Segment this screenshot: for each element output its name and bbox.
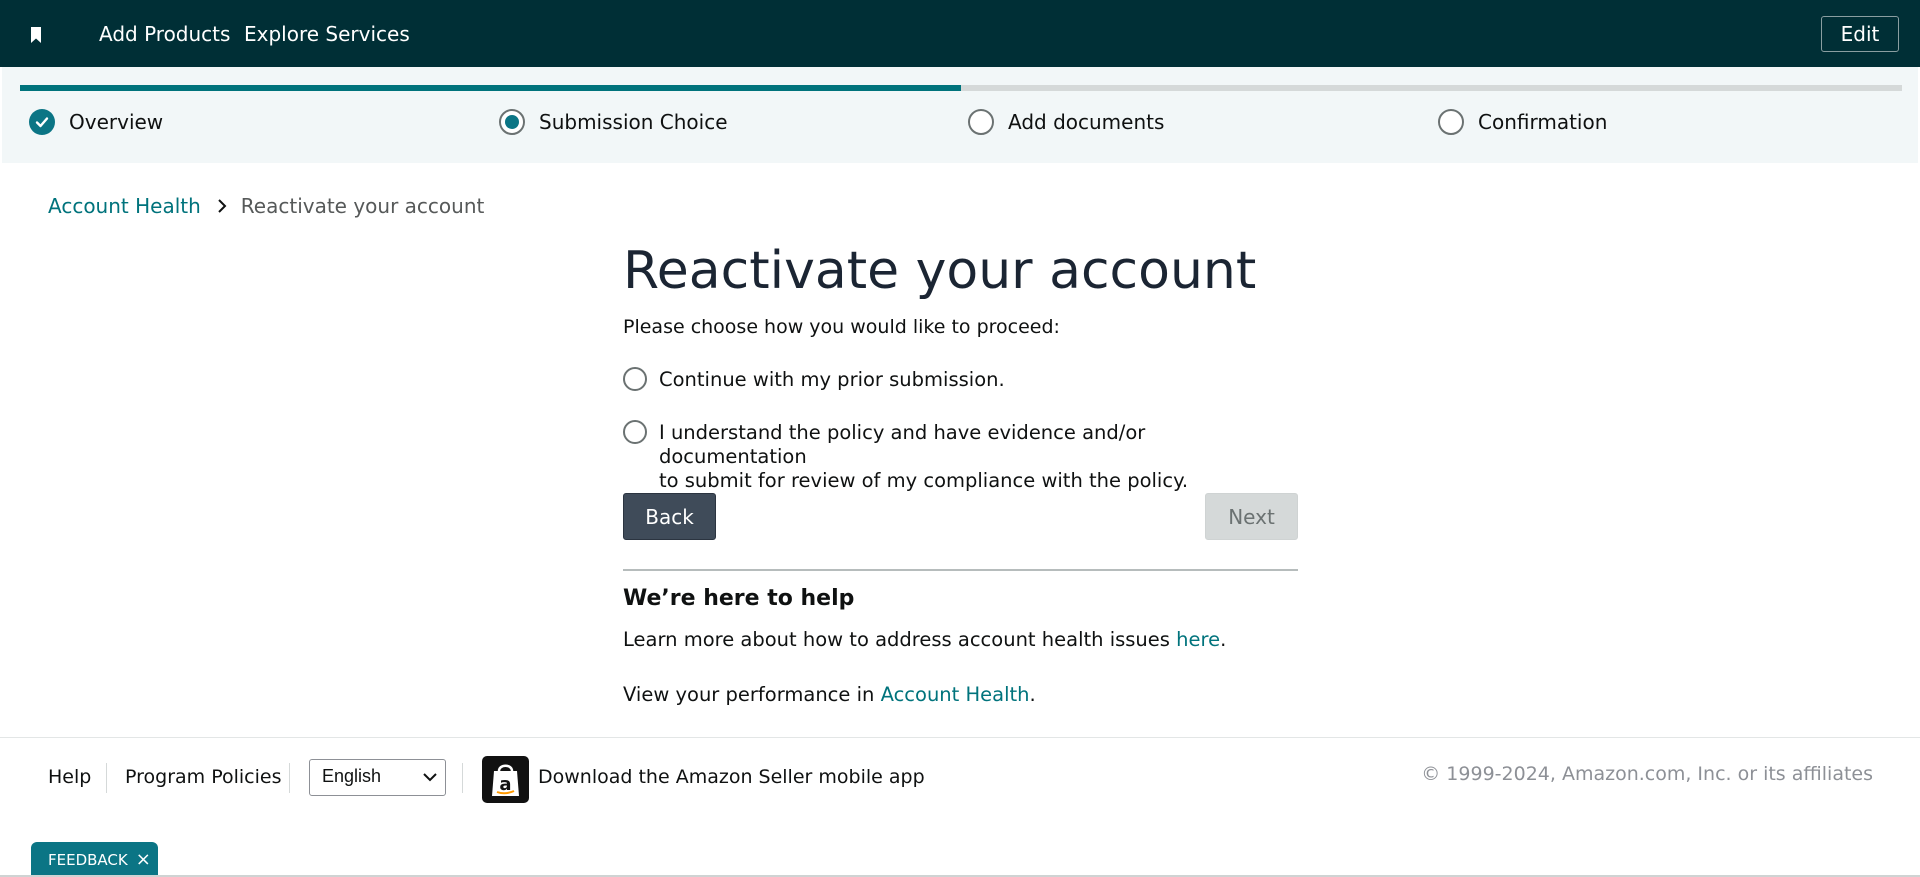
help-here-link[interactable]: here	[1176, 628, 1220, 651]
help-text: .	[1029, 683, 1036, 706]
help-learn-more: Learn more about how to address account …	[623, 628, 1226, 651]
breadcrumb: Account Health Reactivate your account	[48, 194, 484, 218]
nav-explore-services[interactable]: Explore Services	[244, 22, 410, 46]
copyright-text: © 1999-2024, Amazon.com, Inc. or its aff…	[1421, 763, 1873, 785]
divider	[623, 569, 1298, 571]
step-label: Submission Choice	[539, 110, 728, 134]
empty-step-circle-icon	[968, 109, 994, 135]
footer-separator	[289, 763, 290, 793]
step-label: Add documents	[1008, 110, 1165, 134]
proceed-prompt: Please choose how you would like to proc…	[623, 316, 1060, 338]
step-submission-choice: Submission Choice	[499, 109, 728, 135]
feedback-tab[interactable]: FEEDBACK ×	[31, 842, 158, 877]
amazon-seller-app-icon[interactable]: a	[482, 756, 529, 803]
help-text: Learn more about how to address account …	[623, 628, 1177, 651]
feedback-label: FEEDBACK	[48, 850, 128, 869]
radio-button[interactable]	[623, 367, 647, 391]
footer-separator	[106, 763, 107, 793]
help-view-performance: View your performance in Account Health.	[623, 683, 1036, 706]
breadcrumb-account-health-link[interactable]: Account Health	[48, 194, 201, 218]
language-value: English	[322, 766, 382, 786]
checkmark-icon	[29, 109, 55, 135]
radio-button[interactable]	[623, 420, 647, 444]
breadcrumb-current: Reactivate your account	[240, 194, 485, 218]
language-select[interactable]: English	[309, 759, 446, 796]
option-label: Continue with my prior submission.	[659, 368, 1005, 391]
help-heading: We’re here to help	[623, 586, 855, 611]
download-seller-app-link[interactable]: Download the Amazon Seller mobile app	[538, 766, 925, 788]
footer-program-policies-link[interactable]: Program Policies	[125, 766, 281, 788]
option-label: I understand the policy and have evidenc…	[659, 421, 1298, 493]
option-label-line: I understand the policy and have evidenc…	[659, 421, 1146, 468]
chevron-right-icon	[218, 199, 227, 213]
help-text: View your performance in	[623, 683, 881, 706]
progress-stepper: Overview Submission Choice Add documents…	[2, 67, 1918, 163]
option-prior-submission[interactable]: Continue with my prior submission.	[623, 367, 1005, 392]
close-icon[interactable]: ×	[136, 850, 151, 869]
step-overview: Overview	[29, 109, 163, 135]
option-submit-evidence[interactable]: I understand the policy and have evidenc…	[623, 420, 1298, 493]
help-text: .	[1220, 628, 1227, 651]
nav-add-products[interactable]: Add Products	[99, 22, 230, 46]
footer-divider	[0, 737, 1920, 738]
step-add-documents: Add documents	[968, 109, 1164, 135]
account-health-link[interactable]: Account Health	[881, 683, 1030, 706]
page-title: Reactivate your account	[623, 241, 1257, 301]
next-button[interactable]: Next	[1205, 493, 1298, 540]
edit-button[interactable]: Edit	[1821, 16, 1899, 52]
progress-track	[20, 85, 1902, 91]
option-label-line: to submit for review of my compliance wi…	[659, 469, 1189, 492]
progress-fill	[20, 85, 961, 91]
top-navigation-bar: Add Products Explore Services Edit	[0, 0, 1920, 67]
footer-separator	[462, 763, 463, 793]
back-button[interactable]: Back	[623, 493, 716, 540]
step-label: Overview	[69, 110, 164, 134]
bookmark-icon[interactable]	[30, 27, 42, 43]
main-content: Reactivate your account Please choose ho…	[623, 240, 1298, 706]
step-confirmation: Confirmation	[1438, 109, 1607, 135]
chevron-down-icon	[423, 773, 437, 782]
empty-step-circle-icon	[1438, 109, 1464, 135]
footer-help-link[interactable]: Help	[48, 766, 91, 788]
current-step-radio-icon	[499, 109, 525, 135]
step-label: Confirmation	[1478, 110, 1608, 134]
